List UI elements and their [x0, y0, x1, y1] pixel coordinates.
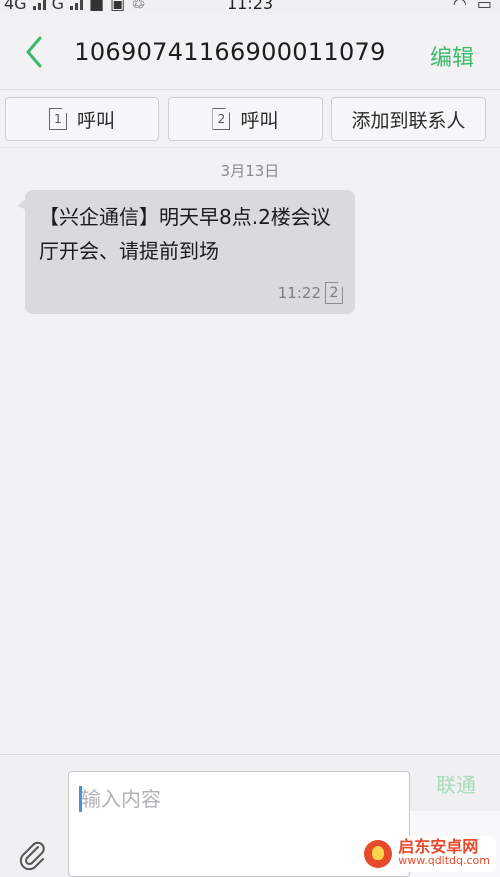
- message-input[interactable]: [79, 784, 399, 814]
- wifi-icon: ◠: [453, 0, 467, 13]
- paperclip-icon: [16, 839, 48, 871]
- add-to-contacts-button[interactable]: 添加到联系人: [331, 97, 486, 141]
- message-time: 11:22: [278, 284, 321, 302]
- back-button[interactable]: [20, 32, 56, 72]
- call-sim2-button[interactable]: 2 呼叫: [168, 97, 323, 141]
- conversation-title: 10690741166900011079: [60, 38, 400, 66]
- status-bar: 4G G ■ ▣ ♲ 11:23 ◠ ▭: [0, 0, 500, 14]
- watermark-logo-icon: [364, 840, 392, 868]
- watermark-url: www.qdltdq.com: [398, 854, 490, 868]
- sim-card-icon: 1: [49, 108, 67, 130]
- status-time: 11:23: [0, 0, 500, 13]
- sim-card-icon: 2: [325, 282, 343, 304]
- message-bubble[interactable]: 【兴企通信】明天早8点.2楼会议厅开会、请提前到场 11:22 2: [25, 190, 355, 314]
- battery-icon: ▭: [477, 0, 492, 13]
- call-sim1-button[interactable]: 1 呼叫: [5, 97, 159, 141]
- action-bar: 1 呼叫 2 呼叫 添加到联系人: [0, 90, 500, 148]
- edit-button[interactable]: 编辑: [430, 40, 474, 72]
- sim-card-icon: 2: [212, 108, 230, 130]
- send-via-carrier-button[interactable]: 联通: [436, 769, 476, 798]
- message-meta: 11:22 2: [278, 282, 343, 304]
- add-to-contacts-label: 添加到联系人: [351, 106, 465, 133]
- site-watermark: 启东安卓网 www.qdltdq.com: [358, 836, 496, 872]
- watermark-title: 启东安卓网: [398, 840, 490, 854]
- call-label: 呼叫: [77, 106, 115, 133]
- chevron-left-icon: [20, 32, 56, 72]
- message-date-separator: 3月13日: [0, 160, 500, 181]
- conversation-header: 10690741166900011079 编辑: [0, 14, 500, 90]
- message-text: 【兴企通信】明天早8点.2楼会议厅开会、请提前到场: [39, 200, 341, 268]
- attachment-button[interactable]: [16, 839, 48, 871]
- call-label: 呼叫: [240, 106, 278, 133]
